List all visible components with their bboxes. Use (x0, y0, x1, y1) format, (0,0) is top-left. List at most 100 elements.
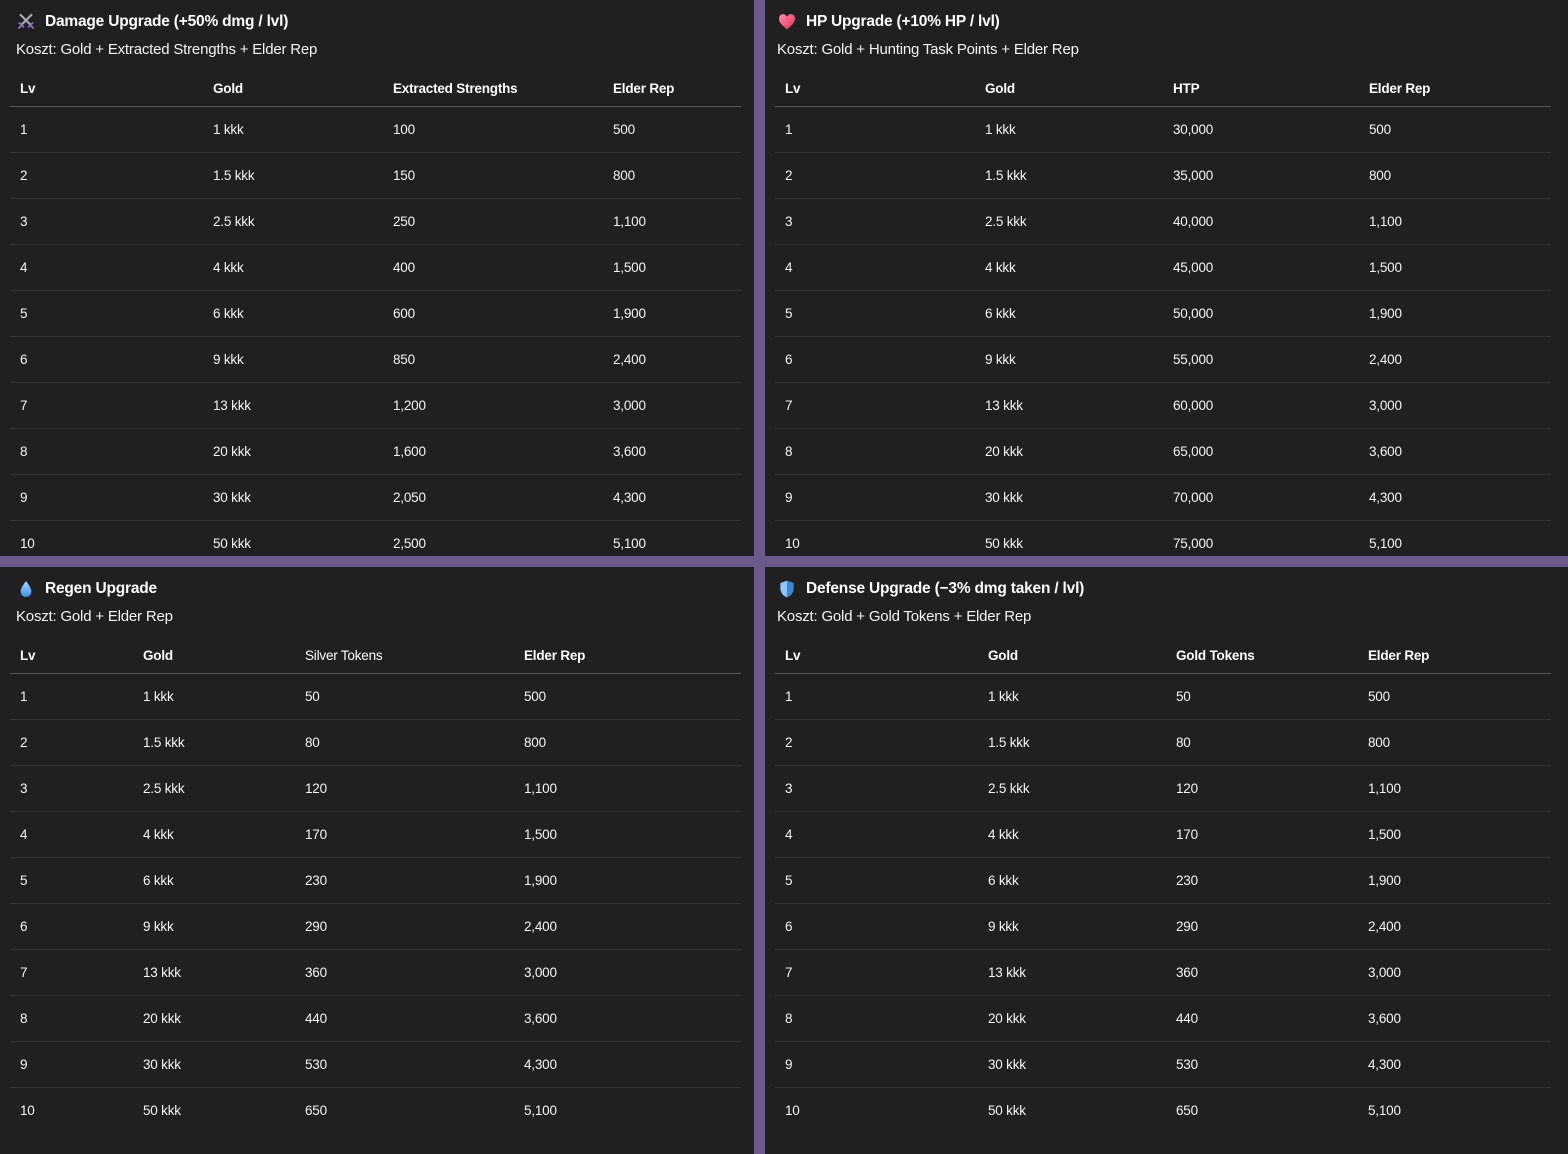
table-cell: 13 kkk (213, 398, 393, 413)
section-title-row: Regen Upgrade (0, 567, 754, 601)
table-cell: 40,000 (1173, 214, 1369, 229)
table-cell: 10 (785, 1103, 988, 1118)
hp-table: Lv Gold HTP Elder Rep 11 kkk30,00050021.… (775, 73, 1551, 556)
table-cell: 1,100 (1369, 214, 1551, 229)
table-cell: 7 (20, 965, 143, 980)
table-cell: 500 (1369, 122, 1551, 137)
table-row: 1050 kkk75,0005,100 (775, 521, 1551, 556)
table-cell: 20 kkk (985, 444, 1173, 459)
table-cell: 3 (785, 781, 988, 796)
column-header-htp: HTP (1173, 81, 1369, 96)
table-cell: 1 (785, 689, 988, 704)
table-cell: 9 kkk (988, 919, 1176, 934)
table-cell: 30 kkk (985, 490, 1173, 505)
table-cell: 5 (20, 873, 143, 888)
table-cell: 4 (785, 260, 985, 275)
table-cell: 100 (393, 122, 613, 137)
table-cell: 4 kkk (143, 827, 305, 842)
table-cell: 7 (20, 398, 213, 413)
column-header-gold: Gold (985, 81, 1173, 96)
table-cell: 13 kkk (985, 398, 1173, 413)
table-cell: 1.5 kkk (213, 168, 393, 183)
table-cell: 50 (305, 689, 524, 704)
table-cell: 2.5 kkk (143, 781, 305, 796)
table-cell: 2.5 kkk (985, 214, 1173, 229)
table-cell: 1 (20, 689, 143, 704)
table-cell: 2.5 kkk (988, 781, 1176, 796)
table-cell: 3,600 (1369, 444, 1551, 459)
table-row: 56 kkk50,0001,900 (775, 291, 1551, 337)
table-cell: 230 (305, 873, 524, 888)
table-cell: 1,100 (1368, 781, 1551, 796)
table-cell: 1 kkk (143, 689, 305, 704)
table-cell: 1,200 (393, 398, 613, 413)
table-row: 44 kkk1701,500 (10, 812, 741, 858)
table-cell: 1,900 (613, 306, 741, 321)
shield-icon (777, 579, 797, 599)
table-row: 11 kkk100500 (10, 107, 741, 153)
table-cell: 2,400 (524, 919, 741, 934)
table-row: 21.5 kkk80800 (10, 720, 741, 766)
column-header-gold-tokens: Gold Tokens (1176, 648, 1368, 663)
table-cell: 4,300 (1368, 1057, 1551, 1072)
table-cell: 150 (393, 168, 613, 183)
table-cell: 80 (305, 735, 524, 750)
defense-upgrade-section: Defense Upgrade (−3% dmg taken / lvl) Ko… (765, 567, 1568, 1154)
table-cell: 20 kkk (988, 1011, 1176, 1026)
table-cell: 1 kkk (213, 122, 393, 137)
table-cell: 1,900 (524, 873, 741, 888)
table-cell: 20 kkk (143, 1011, 305, 1026)
table-cell: 4 kkk (213, 260, 393, 275)
table-cell: 800 (524, 735, 741, 750)
table-bottom-line (775, 1133, 1551, 1154)
table-cell: 360 (305, 965, 524, 980)
column-header-lv: Lv (785, 648, 988, 663)
table-cell: 850 (393, 352, 613, 367)
table-cell: 2 (20, 735, 143, 750)
table-body: 11 kkk30,00050021.5 kkk35,00080032.5 kkk… (775, 107, 1551, 556)
table-cell: 5 (785, 306, 985, 321)
table-cell: 9 kkk (985, 352, 1173, 367)
table-cell: 30 kkk (988, 1057, 1176, 1072)
vertical-divider (754, 0, 765, 1154)
table-cell: 4 kkk (988, 827, 1176, 842)
table-body: 11 kkk5050021.5 kkk8080032.5 kkk1201,100… (10, 674, 741, 1133)
table-cell: 8 (20, 1011, 143, 1026)
table-cell: 5 (20, 306, 213, 321)
table-cell: 60,000 (1173, 398, 1369, 413)
table-cell: 13 kkk (143, 965, 305, 980)
table-cell: 4,300 (524, 1057, 741, 1072)
table-row: 820 kkk1,6003,600 (10, 429, 741, 475)
section-title-row: Damage Upgrade (+50% dmg / lvl) (0, 0, 754, 34)
table-cell: 2.5 kkk (213, 214, 393, 229)
table-cell: 10 (785, 536, 985, 551)
table-row: 56 kkk6001,900 (10, 291, 741, 337)
table-cell: 3,600 (1368, 1011, 1551, 1026)
table-cell: 6 kkk (985, 306, 1173, 321)
section-subtitle: Koszt: Gold + Elder Rep (0, 605, 754, 629)
table-cell: 1 kkk (988, 689, 1176, 704)
table-cell: 6 (785, 352, 985, 367)
table-cell: 45,000 (1173, 260, 1369, 275)
table-cell: 55,000 (1173, 352, 1369, 367)
table-cell: 530 (305, 1057, 524, 1072)
table-cell: 4 kkk (985, 260, 1173, 275)
damage-upgrade-section: Damage Upgrade (+50% dmg / lvl) Koszt: G… (0, 0, 754, 556)
table-row: 930 kkk2,0504,300 (10, 475, 741, 521)
table-cell: 1.5 kkk (988, 735, 1176, 750)
table-cell: 3,000 (1369, 398, 1551, 413)
table-row: 11 kkk50500 (10, 674, 741, 720)
table-cell: 6 kkk (988, 873, 1176, 888)
section-subtitle: Koszt: Gold + Extracted Strengths + Elde… (0, 38, 754, 62)
table-header-row: Lv Gold Extracted Strengths Elder Rep (10, 73, 741, 107)
table-row: 32.5 kkk2501,100 (10, 199, 741, 245)
table-row: 32.5 kkk1201,100 (775, 766, 1551, 812)
column-header-gold: Gold (213, 81, 393, 96)
table-header-row: Lv Gold HTP Elder Rep (775, 73, 1551, 107)
table-cell: 5,100 (613, 536, 741, 551)
table-cell: 10 (20, 536, 213, 551)
table-cell: 50 kkk (143, 1103, 305, 1118)
table-row: 44 kkk1701,500 (775, 812, 1551, 858)
table-cell: 2,400 (1369, 352, 1551, 367)
table-cell: 4,300 (1369, 490, 1551, 505)
